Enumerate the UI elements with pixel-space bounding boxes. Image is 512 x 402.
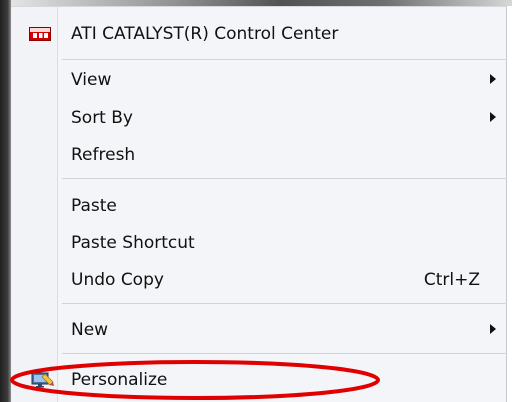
menu-item-paste[interactable]: Paste bbox=[11, 189, 507, 222]
menu-item-label: Sort By bbox=[71, 108, 133, 128]
menu-item-label: Refresh bbox=[71, 145, 136, 165]
screenshot-stage: ATI CATALYST(R) Control Center View Sort… bbox=[0, 0, 512, 402]
menu-item-personalize[interactable]: Personalize bbox=[11, 363, 507, 396]
menu-item-new[interactable]: New bbox=[11, 313, 507, 346]
left-background-strip bbox=[0, 0, 11, 402]
menu-item-label: Paste Shortcut bbox=[71, 233, 195, 253]
menu-separator bbox=[62, 178, 507, 179]
menu-item-label: View bbox=[71, 70, 112, 90]
context-menu: ATI CATALYST(R) Control Center View Sort… bbox=[11, 6, 507, 402]
menu-separator bbox=[62, 303, 507, 304]
menu-separator bbox=[62, 59, 507, 60]
menu-item-refresh[interactable]: Refresh bbox=[11, 138, 507, 171]
ati-logo-icon bbox=[29, 27, 51, 41]
ati-logo-letters bbox=[33, 33, 48, 38]
menu-item-undo-copy[interactable]: Undo Copy Ctrl+Z bbox=[11, 263, 507, 296]
menu-item-view[interactable]: View bbox=[11, 63, 507, 96]
menu-item-label: ATI CATALYST(R) Control Center bbox=[71, 24, 339, 44]
menu-item-paste-shortcut[interactable]: Paste Shortcut bbox=[11, 226, 507, 259]
menu-item-ati-catalyst-control-center[interactable]: ATI CATALYST(R) Control Center bbox=[11, 17, 507, 50]
menu-separator bbox=[62, 353, 507, 354]
personalize-icon bbox=[31, 372, 54, 388]
chevron-right-icon bbox=[490, 324, 496, 334]
menu-item-shortcut: Ctrl+Z bbox=[423, 270, 480, 290]
ati-logo-top-band bbox=[30, 28, 50, 32]
chevron-right-icon bbox=[490, 74, 496, 84]
menu-item-label: Paste bbox=[71, 196, 117, 216]
menu-item-sort-by[interactable]: Sort By bbox=[11, 101, 507, 134]
menu-item-label: Personalize bbox=[71, 370, 168, 390]
menu-item-label: Undo Copy bbox=[71, 270, 164, 290]
menu-item-label: New bbox=[71, 320, 109, 340]
chevron-right-icon bbox=[490, 112, 496, 122]
